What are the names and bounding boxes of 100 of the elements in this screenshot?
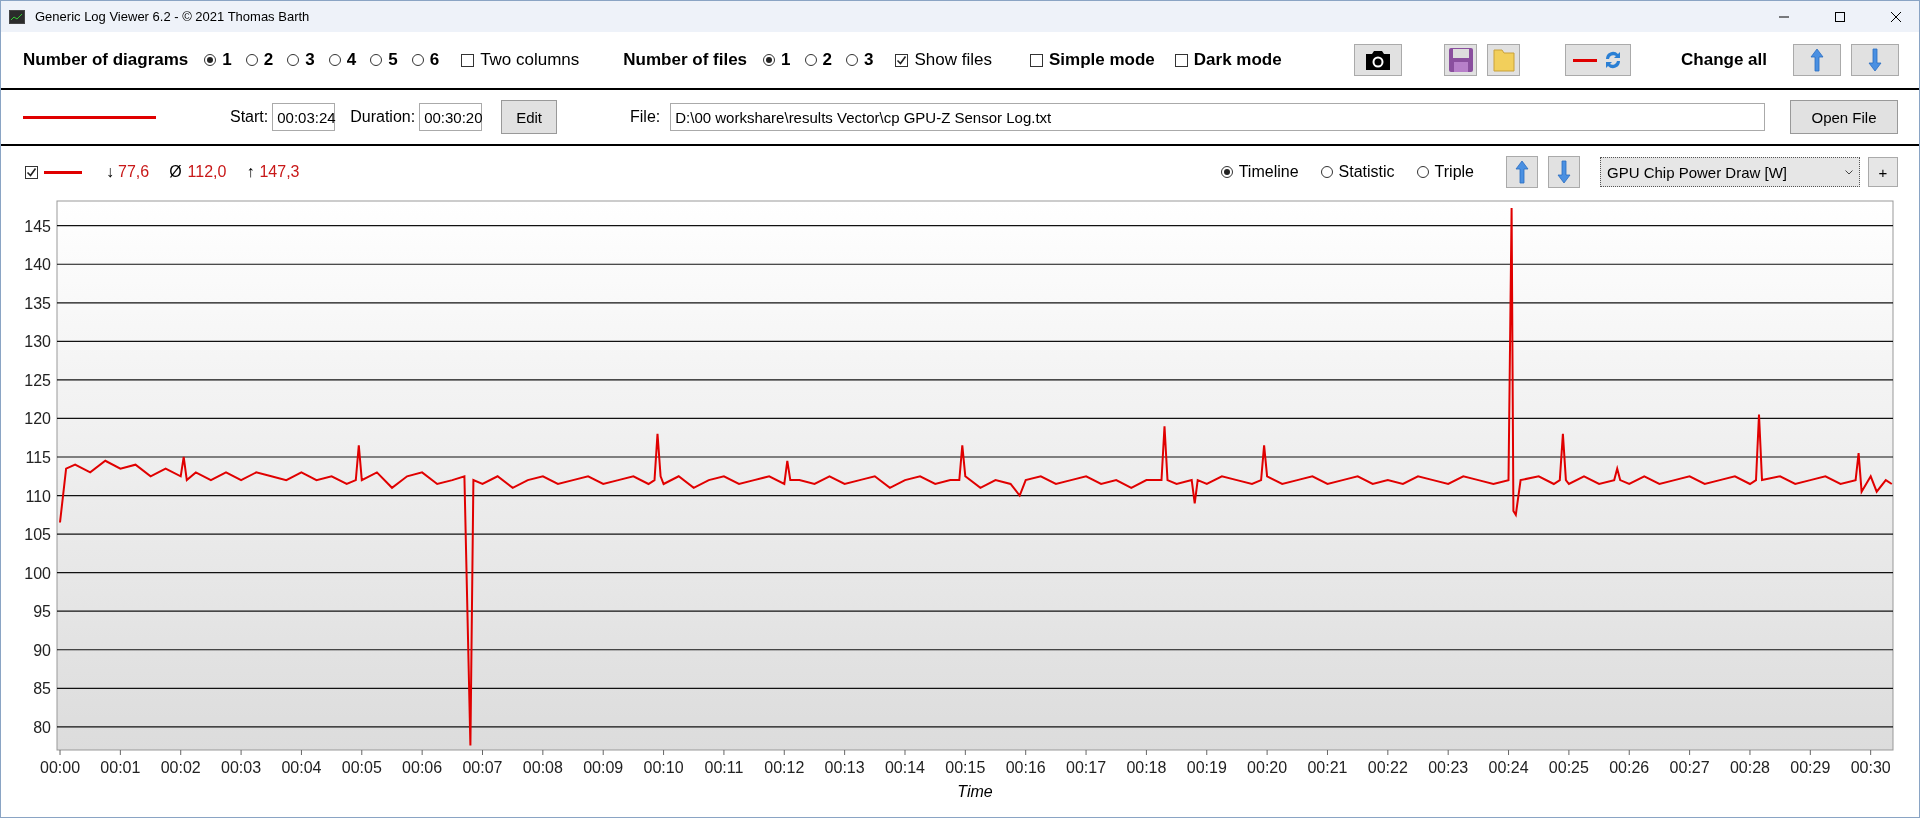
diagram-count-option[interactable]: 2 bbox=[245, 50, 274, 70]
x-tick-label: 00:25 bbox=[1548, 759, 1589, 776]
checkbox[interactable] bbox=[461, 53, 475, 67]
x-tick-label: 00:17 bbox=[1066, 759, 1107, 776]
view-option[interactable]: Triple bbox=[1416, 163, 1474, 181]
x-tick-label: 00:22 bbox=[1367, 759, 1408, 776]
x-tick-label: 00:15 bbox=[945, 759, 986, 776]
average-symbol: Ø bbox=[169, 163, 182, 181]
x-tick-label: 00:11 bbox=[704, 759, 744, 776]
x-tick-label: 00:27 bbox=[1669, 759, 1710, 776]
x-tick-label: 00:00 bbox=[40, 759, 81, 776]
x-tick-label: 00:21 bbox=[1307, 759, 1348, 776]
view-option[interactable]: Timeline bbox=[1220, 163, 1299, 181]
y-tick-label: 95 bbox=[33, 603, 51, 621]
swap-color-button[interactable] bbox=[1565, 44, 1632, 76]
view-option[interactable]: Statistic bbox=[1320, 163, 1395, 181]
move-up-button[interactable] bbox=[1793, 44, 1841, 76]
x-tick-label: 00:06 bbox=[402, 759, 443, 776]
move-up-button[interactable] bbox=[1506, 156, 1538, 188]
x-tick-label: 00:12 bbox=[764, 759, 805, 776]
diagram-count-option[interactable]: 5 bbox=[370, 50, 398, 70]
files-label: Number of files bbox=[623, 50, 748, 70]
x-tick-label: 00:08 bbox=[522, 759, 563, 776]
checkbox[interactable] bbox=[1029, 53, 1043, 67]
duration-label: Duration: bbox=[350, 108, 416, 126]
file-path-field[interactable]: D:\00 workshare\results Vector\cp GPU-Z Sensor Log.txt bbox=[670, 103, 1766, 131]
line-sample bbox=[44, 170, 82, 174]
file-count-option[interactable]: 2 bbox=[804, 50, 832, 70]
y-tick-label: 90 bbox=[33, 641, 51, 659]
x-tick-label: 00:02 bbox=[160, 759, 201, 776]
x-tick-label: 00:28 bbox=[1729, 759, 1770, 776]
x-tick-label: 00:19 bbox=[1186, 759, 1227, 776]
add-button[interactable]: + bbox=[1868, 157, 1898, 187]
folder-icon bbox=[1491, 47, 1516, 73]
x-tick-label: 00:20 bbox=[1247, 759, 1288, 776]
x-tick-label: 00:30 bbox=[1850, 759, 1891, 776]
chevron-down-icon bbox=[1845, 169, 1853, 175]
x-tick-label: 00:18 bbox=[1126, 759, 1167, 776]
x-tick-label: 00:07 bbox=[462, 759, 503, 776]
x-tick-label: 00:26 bbox=[1609, 759, 1650, 776]
x-tick-label: 00:05 bbox=[341, 759, 382, 776]
change-all-label: Change all bbox=[1681, 50, 1767, 70]
x-tick-label: 00:13 bbox=[824, 759, 865, 776]
checkbox[interactable] bbox=[25, 165, 38, 179]
checkbox[interactable] bbox=[1174, 53, 1188, 67]
simple-mode-option[interactable]: Simple mode bbox=[1029, 50, 1155, 70]
x-tick-label: 00:24 bbox=[1488, 759, 1529, 776]
save-button[interactable] bbox=[1444, 44, 1478, 76]
y-tick-label: 80 bbox=[33, 718, 51, 736]
two-columns-option[interactable]: Two columns bbox=[461, 50, 580, 70]
y-tick-label: 125 bbox=[24, 371, 51, 389]
y-tick-label: 85 bbox=[33, 680, 51, 698]
dark-mode-option[interactable]: Dark mode bbox=[1174, 50, 1282, 70]
y-tick-label: 130 bbox=[24, 333, 51, 351]
x-tick-label: 00:23 bbox=[1428, 759, 1469, 776]
arrow-down-icon bbox=[1868, 48, 1882, 72]
diagram-count-option[interactable]: 1 bbox=[204, 50, 232, 70]
x-tick-label: 00:10 bbox=[643, 759, 684, 776]
checkbox[interactable] bbox=[895, 53, 909, 67]
x-tick-label: 00:03 bbox=[221, 759, 262, 776]
arrow-down-icon bbox=[1557, 160, 1571, 184]
window-title: Generic Log Viewer 6.2 - © 2021 Thomas Barth bbox=[35, 9, 311, 24]
y-tick-label: 115 bbox=[25, 449, 51, 466]
diagram-count-option[interactable]: 6 bbox=[411, 50, 440, 70]
start-field[interactable]: 00:03:24 bbox=[272, 103, 336, 131]
app-icon bbox=[9, 9, 25, 24]
min-symbol: ↓ bbox=[106, 163, 114, 181]
min-value: 77,6 bbox=[118, 163, 150, 181]
open-file-button[interactable]: Open File bbox=[1790, 100, 1898, 134]
move-down-button[interactable] bbox=[1548, 156, 1580, 188]
max-value: 147,3 bbox=[259, 163, 300, 181]
y-tick-label: 140 bbox=[24, 256, 51, 274]
edit-button[interactable]: Edit bbox=[501, 100, 557, 134]
y-tick-label: 110 bbox=[25, 487, 51, 505]
diagram-count-option[interactable]: 4 bbox=[328, 50, 357, 70]
show-files-option[interactable]: Show files bbox=[895, 50, 992, 70]
max-symbol: ↑ bbox=[246, 163, 255, 181]
diagram-count-option[interactable]: 3 bbox=[287, 50, 315, 70]
x-tick-label: 00:01 bbox=[100, 759, 141, 776]
screenshot-button[interactable] bbox=[1354, 44, 1403, 76]
camera-icon bbox=[1364, 49, 1393, 71]
line-sample bbox=[1573, 58, 1598, 62]
file-count-option[interactable]: 1 bbox=[763, 50, 791, 70]
maximize-icon bbox=[1834, 10, 1846, 23]
duration-field[interactable]: 00:30:20 bbox=[419, 103, 483, 131]
y-tick-label: 100 bbox=[24, 564, 51, 582]
arrow-up-icon bbox=[1810, 48, 1824, 72]
channel-dropdown[interactable]: GPU Chip Power Draw [W] bbox=[1600, 157, 1860, 187]
y-tick-label: 145 bbox=[24, 217, 51, 235]
x-tick-label: 00:14 bbox=[884, 759, 925, 776]
y-tick-label: 120 bbox=[24, 410, 51, 428]
y-tick-label: 135 bbox=[24, 294, 51, 312]
x-axis-title: Time bbox=[957, 783, 993, 800]
close-icon bbox=[1890, 10, 1902, 23]
file-count-option[interactable]: 3 bbox=[846, 50, 874, 70]
move-down-button[interactable] bbox=[1851, 44, 1899, 76]
arrow-up-icon bbox=[1515, 160, 1529, 184]
start-label: Start: bbox=[230, 108, 269, 126]
average-value: 112,0 bbox=[187, 163, 227, 181]
x-tick-label: 00:16 bbox=[1005, 759, 1046, 776]
